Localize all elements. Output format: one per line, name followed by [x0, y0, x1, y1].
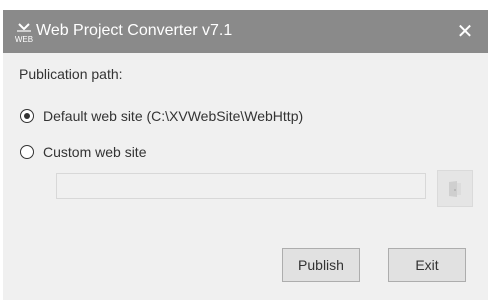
folder-icon — [449, 180, 461, 197]
close-button[interactable]: ✕ — [442, 10, 488, 53]
app-icon-caption: WEB — [15, 35, 33, 44]
custom-path-input[interactable] — [56, 173, 426, 199]
exit-button[interactable]: Exit — [388, 248, 466, 282]
publish-button[interactable]: Publish — [282, 248, 360, 282]
custom-web-site-radio[interactable] — [20, 145, 34, 159]
browse-button[interactable] — [437, 170, 473, 207]
window-title: Web Project Converter v7.1 — [36, 22, 233, 39]
custom-web-site-label: Custom web site — [43, 144, 147, 160]
default-web-site-radio[interactable] — [20, 109, 34, 123]
converter-window: WEB Web Project Converter v7.1 ✕ Publica… — [3, 10, 488, 300]
default-web-site-option[interactable]: Default web site (C:\XVWebSite\WebHttp) — [20, 108, 303, 124]
default-web-site-label: Default web site (C:\XVWebSite\WebHttp) — [43, 108, 304, 124]
custom-web-site-option[interactable]: Custom web site — [20, 144, 146, 160]
publication-path-label: Publication path: — [19, 66, 123, 82]
web-app-icon: WEB — [15, 23, 33, 44]
title-bar[interactable]: WEB Web Project Converter v7.1 ✕ — [3, 10, 488, 53]
